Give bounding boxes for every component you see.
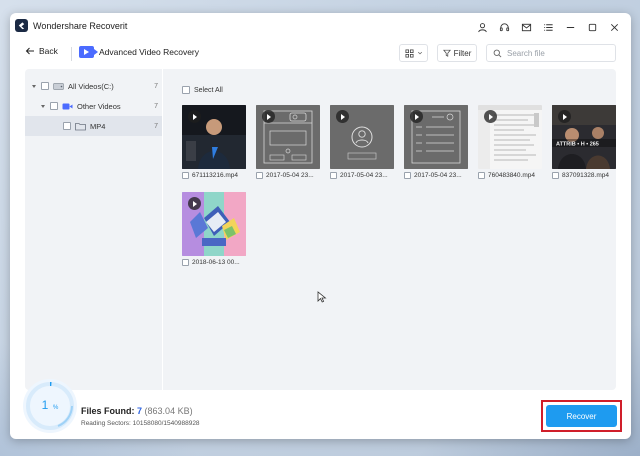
app-title: Wondershare Recoverit (33, 21, 128, 31)
play-icon (558, 110, 571, 123)
sidebar-tree: All Videos(C:) 7 Other Videos 7 MP4 7 (25, 69, 162, 390)
file-card[interactable]: 2017-05-04 23... (330, 105, 394, 179)
progress-percent: 1 (42, 398, 49, 412)
tree-item-count: 7 (154, 122, 158, 130)
filter-label: Filter (453, 48, 472, 58)
file-card[interactable]: 2018-06-13 00... (182, 192, 246, 266)
files-found-size: (863.04 KB) (144, 406, 193, 416)
file-name: 671113216.mp4 (192, 172, 239, 179)
file-name: 760483840.mp4 (488, 172, 535, 179)
expand-caret-icon[interactable] (31, 83, 37, 89)
menu-list-icon[interactable] (537, 13, 559, 41)
files-found: Files Found: 7 (863.04 KB) (81, 406, 193, 416)
play-icon (262, 110, 275, 123)
video-thumbnail[interactable] (256, 105, 320, 169)
arrow-left-icon (25, 47, 34, 55)
play-icon (484, 110, 497, 123)
file-card[interactable]: 2017-05-04 23... (404, 105, 468, 179)
video-camera-icon (79, 46, 98, 58)
account-icon[interactable] (471, 13, 493, 41)
file-checkbox[interactable] (552, 172, 559, 179)
file-checkbox[interactable] (478, 172, 485, 179)
close-icon[interactable] (603, 13, 625, 41)
tree-item-count: 7 (154, 82, 158, 90)
recover-button[interactable]: Recover (546, 405, 617, 427)
tree-item-label: MP4 (90, 121, 106, 131)
search-input[interactable] (507, 48, 607, 58)
file-checkbox[interactable] (256, 172, 263, 179)
recovery-mode: Advanced Video Recovery (79, 46, 199, 58)
progress-percent-sign: % (53, 405, 59, 411)
filter-button[interactable]: Filter (437, 44, 477, 62)
tree-item-all-videos[interactable]: All Videos(C:) 7 (25, 76, 162, 96)
back-button[interactable]: Back (25, 46, 58, 56)
play-icon (188, 110, 201, 123)
tree-item-label: All Videos(C:) (68, 81, 114, 91)
tree-item-count: 7 (154, 102, 158, 110)
file-name: 2017-05-04 23... (340, 172, 388, 179)
chevron-down-icon (417, 51, 422, 55)
tree-item-label: Other Videos (77, 101, 121, 111)
file-checkbox[interactable] (182, 259, 189, 266)
app-window: Wondershare Recoverit Back Advanced Vide… (10, 13, 631, 439)
filter-icon (442, 49, 451, 57)
mail-icon[interactable] (515, 13, 537, 41)
video-thumbnail[interactable] (182, 105, 246, 169)
mouse-cursor-icon (317, 291, 327, 303)
video-thumbnail[interactable] (182, 192, 246, 256)
recover-highlight: Recover (541, 400, 622, 432)
select-all-checkbox[interactable] (182, 86, 190, 94)
folder-icon (75, 122, 86, 131)
toolbar: Back Advanced Video Recovery Filter (10, 41, 631, 67)
back-label: Back (39, 46, 58, 56)
tree-item-mp4[interactable]: MP4 7 (25, 116, 162, 136)
reading-sectors: Reading Sectors: 10158080/1540988928 (81, 420, 200, 427)
maximize-icon[interactable] (581, 13, 603, 41)
search-icon (493, 49, 502, 57)
select-all[interactable]: Select All (182, 86, 223, 94)
toolbar-divider (71, 47, 72, 61)
tree-checkbox[interactable] (41, 82, 49, 90)
mode-label: Advanced Video Recovery (99, 47, 200, 57)
expand-caret-icon[interactable] (40, 103, 46, 109)
video-folder-icon (62, 102, 73, 111)
support-headset-icon[interactable] (493, 13, 515, 41)
video-thumbnail[interactable] (330, 105, 394, 169)
video-thumbnail[interactable] (478, 105, 542, 169)
file-checkbox[interactable] (404, 172, 411, 179)
file-card[interactable]: ATTRIB • H • 265 837091328.mp4 (552, 105, 616, 179)
select-all-label: Select All (194, 86, 223, 94)
video-thumbnail[interactable] (404, 105, 468, 169)
drive-icon (53, 82, 64, 91)
play-icon (188, 197, 201, 210)
search-box (486, 44, 616, 62)
file-card[interactable]: 2017-05-04 23... (256, 105, 320, 179)
play-icon (336, 110, 349, 123)
view-mode-button[interactable] (399, 44, 428, 62)
video-thumbnail[interactable]: ATTRIB • H • 265 (552, 105, 616, 169)
title-bar: Wondershare Recoverit (10, 13, 631, 41)
file-name: 2017-05-04 23... (414, 172, 462, 179)
file-grid: Select All 671113216.mp4 2017-05-04 23..… (163, 69, 616, 390)
scan-progress-ring: 1 % (23, 379, 77, 433)
grid-view-icon (404, 48, 414, 58)
file-checkbox[interactable] (330, 172, 337, 179)
files-found-count: 7 (137, 406, 143, 416)
file-card[interactable]: 671113216.mp4 (182, 105, 246, 179)
svg-text:ATTRIB • H • 265: ATTRIB • H • 265 (556, 142, 599, 148)
tree-checkbox[interactable] (63, 122, 71, 130)
files-found-label: Files Found: (81, 406, 135, 416)
tree-checkbox[interactable] (50, 102, 58, 110)
play-icon (410, 110, 423, 123)
file-name: 2018-06-13 00... (192, 259, 240, 266)
tree-item-other-videos[interactable]: Other Videos 7 (25, 96, 162, 116)
file-name: 2017-05-04 23... (266, 172, 314, 179)
file-checkbox[interactable] (182, 172, 189, 179)
file-card[interactable]: 760483840.mp4 (478, 105, 542, 179)
file-name: 837091328.mp4 (562, 172, 609, 179)
minimize-icon[interactable] (559, 13, 581, 41)
app-logo-icon (15, 19, 28, 32)
